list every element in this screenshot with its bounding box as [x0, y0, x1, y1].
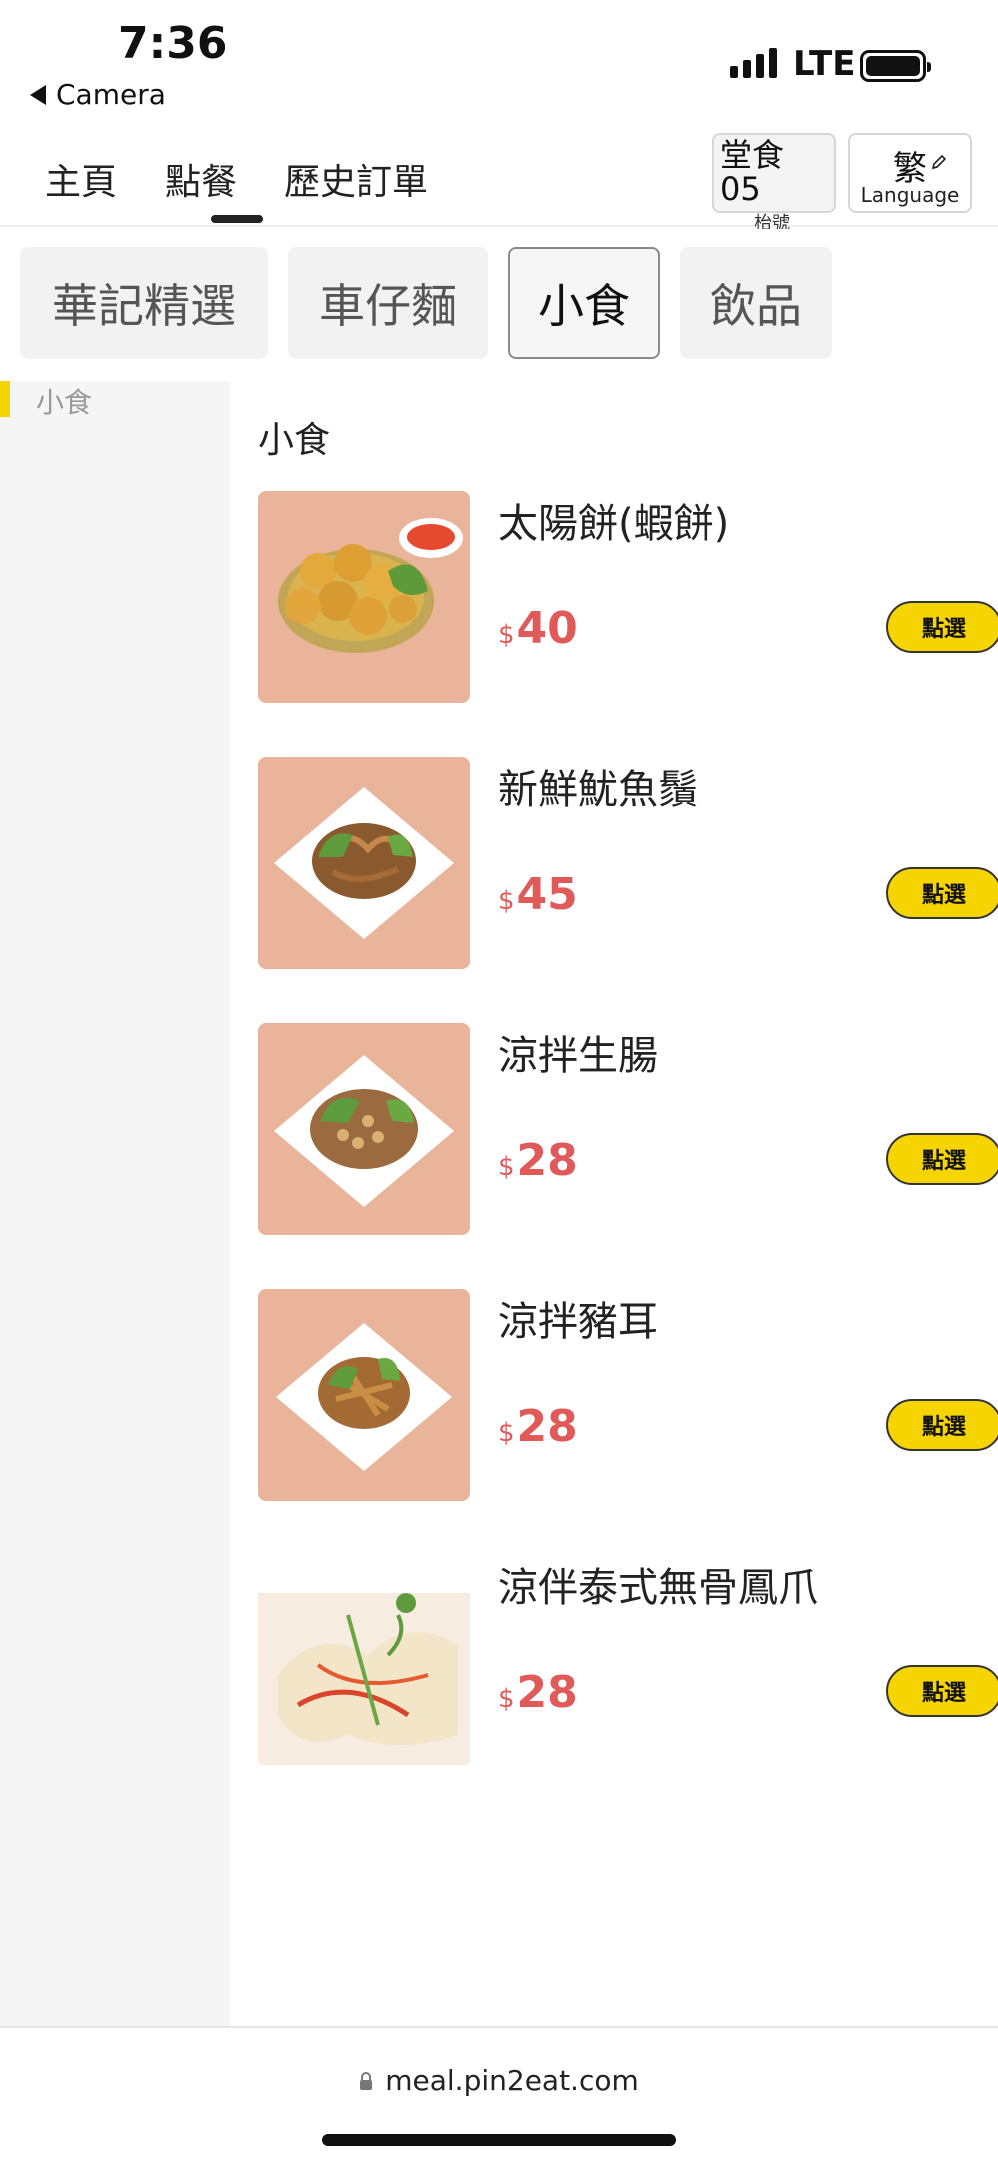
item-price: $ 40	[498, 603, 578, 654]
language-label: Language	[860, 183, 960, 207]
price-value: 40	[516, 603, 578, 654]
tab-order-history[interactable]: 歷史訂單	[284, 153, 428, 205]
item-name: 新鮮魷魚鬚	[498, 767, 698, 813]
category-sidebar: 小食	[0, 381, 230, 2026]
price-value: 28	[516, 1401, 578, 1452]
sidebar-item-snacks[interactable]: 小食	[36, 381, 92, 421]
price-currency: $	[498, 1684, 515, 1714]
active-tab-indicator	[211, 215, 263, 223]
table-number-box[interactable]: 堂食 05 枱號	[712, 133, 836, 234]
item-price: $ 28	[498, 1135, 578, 1186]
back-to-camera-link[interactable]: Camera	[30, 78, 166, 111]
dine-in-label: 堂食	[720, 136, 785, 174]
item-price: $ 28	[498, 1667, 578, 1718]
item-name: 涼拌豬耳	[498, 1299, 658, 1345]
network-label: LTE	[793, 44, 856, 84]
category-snacks[interactable]: 小食	[508, 247, 660, 359]
food-photo	[258, 491, 470, 703]
price-currency: $	[498, 1418, 515, 1448]
lock-icon	[360, 2071, 373, 2090]
signal-icon	[730, 48, 777, 78]
price-currency: $	[498, 886, 515, 916]
menu-item: 新鮮魷魚鬚 $ 45 點選	[258, 757, 998, 969]
food-photo	[258, 757, 470, 969]
menu-item: 涼伴泰式無骨鳳爪 $ 28 點選	[258, 1555, 998, 1767]
top-nav: 主頁 點餐 歷史訂單 堂食 05 枱號 繁 Language	[0, 125, 998, 234]
menu-item: 涼拌豬耳 $ 28 點選	[258, 1289, 998, 1501]
price-currency: $	[498, 620, 515, 650]
status-time: 7:36	[118, 18, 228, 69]
price-value: 45	[516, 869, 578, 920]
category-bar: 華記精選 車仔麵 小食 飲品	[0, 229, 998, 381]
battery-icon	[860, 50, 931, 82]
sidebar-active-marker	[0, 381, 10, 417]
item-price: $ 28	[498, 1401, 578, 1452]
status-bar: 7:36 Camera LTE	[0, 0, 998, 125]
food-photo	[258, 1023, 470, 1235]
back-label: Camera	[56, 78, 166, 111]
item-price: $ 45	[498, 869, 578, 920]
item-name: 涼伴泰式無骨鳳爪	[498, 1565, 818, 1611]
select-button[interactable]: 點選	[886, 1133, 998, 1185]
select-button[interactable]: 點選	[886, 601, 998, 653]
section-title: 小食	[258, 420, 331, 461]
food-photo	[258, 1555, 470, 1767]
item-name: 涼拌生腸	[498, 1033, 658, 1079]
back-arrow-icon	[30, 84, 46, 105]
item-name: 太陽餅(蝦餅)	[498, 501, 730, 547]
table-number: 05	[720, 170, 761, 208]
price-value: 28	[516, 1667, 578, 1718]
pencil-icon	[931, 154, 947, 170]
food-photo	[258, 1289, 470, 1501]
select-button[interactable]: 點選	[886, 867, 998, 919]
price-value: 28	[516, 1135, 578, 1186]
select-button[interactable]: 點選	[886, 1665, 998, 1717]
tab-order[interactable]: 點餐	[165, 153, 237, 205]
category-featured[interactable]: 華記精選	[20, 247, 268, 359]
price-currency: $	[498, 1152, 515, 1182]
language-button[interactable]: 繁 Language	[848, 133, 972, 213]
category-drinks[interactable]: 飲品	[680, 247, 832, 359]
select-button[interactable]: 點選	[886, 1399, 998, 1451]
browser-url-bar: meal.pin2eat.com	[0, 2026, 998, 2160]
menu-list: 小食 太陽餅(蝦餅) $ 40 點選 新鮮魷魚鬚 $ 45 點選 涼拌生腸 $ …	[230, 381, 998, 2026]
home-indicator[interactable]	[322, 2134, 676, 2146]
menu-item: 太陽餅(蝦餅) $ 40 點選	[258, 491, 998, 703]
category-cart-noodle[interactable]: 車仔麵	[288, 247, 488, 359]
menu-item: 涼拌生腸 $ 28 點選	[258, 1023, 998, 1235]
tab-home[interactable]: 主頁	[45, 153, 117, 205]
url-text[interactable]: meal.pin2eat.com	[385, 2064, 639, 2097]
